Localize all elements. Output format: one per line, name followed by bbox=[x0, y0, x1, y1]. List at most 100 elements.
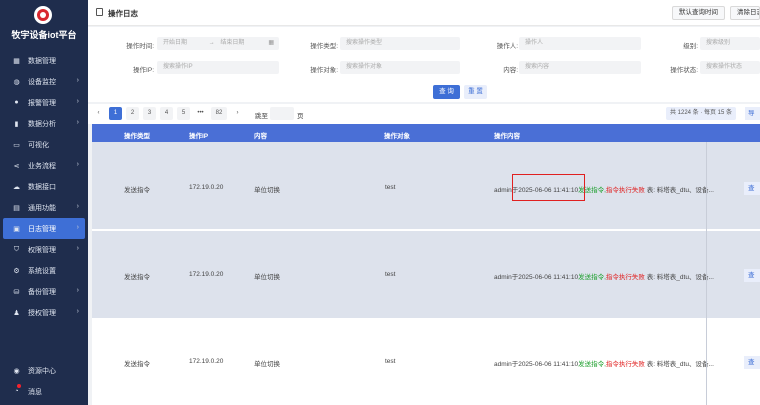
cloud-icon: ☁ bbox=[13, 183, 20, 191]
jump-suffix: 页 bbox=[297, 113, 304, 120]
chevron-right-icon: › bbox=[76, 161, 79, 168]
page-5-button[interactable]: 5 bbox=[177, 107, 190, 120]
sidebar-item-data-management[interactable]: ▦ 数据管理 bbox=[0, 50, 88, 71]
sidebar-item-license-management[interactable]: ♟ 授权管理 › bbox=[0, 302, 88, 323]
cell-content: 单位切换 bbox=[254, 361, 280, 368]
reset-button[interactable]: 重 置 bbox=[464, 85, 487, 99]
resource-icon: ◉ bbox=[13, 367, 20, 375]
sidebar-item-system-settings[interactable]: ⚙ 系统设置 bbox=[0, 260, 88, 281]
page-ellipsis[interactable]: ••• bbox=[194, 107, 207, 120]
sidebar-bottom: ◉ 资源中心 ◔ 消息 bbox=[0, 360, 88, 402]
next-page-button[interactable]: › bbox=[231, 107, 244, 120]
cell-op-type: 发送指令 bbox=[124, 274, 150, 281]
page-last-button[interactable]: 82 bbox=[211, 107, 227, 120]
calendar-icon: ▦ bbox=[268, 40, 274, 46]
page-4-button[interactable]: 4 bbox=[160, 107, 173, 120]
sidebar-item-label: 数据接口 bbox=[28, 183, 56, 191]
filter-panel: 操作时间: 开始日期 → 结束日期 ▦ 操作类型: 搜索操作类型 操作人: 操作… bbox=[88, 27, 760, 102]
ip-input[interactable]: 搜索操作IP bbox=[157, 61, 279, 74]
sidebar-item-label: 数据分析 bbox=[28, 120, 56, 128]
pagination: ‹ 1 2 3 4 5 ••• 82 › 跳至 页 共 1224 条 · 每页 … bbox=[88, 104, 760, 124]
sidebar-item-data-interface[interactable]: ☁ 数据接口 bbox=[0, 176, 88, 197]
cell-content: 单位切换 bbox=[254, 187, 280, 194]
table-row[interactable]: 发送指令 172.19.0.20 单位切换 test admin于2025-06… bbox=[92, 231, 760, 318]
sidebar-item-label: 系统设置 bbox=[28, 267, 56, 275]
jump-label: 跳至 bbox=[255, 113, 268, 120]
cell-op-ip: 172.19.0.20 bbox=[189, 358, 224, 365]
col-op-type: 操作类型 bbox=[124, 133, 150, 140]
page-1-button[interactable]: 1 bbox=[109, 107, 122, 120]
arrow-right-icon: → bbox=[208, 40, 215, 46]
end-date-input[interactable]: 结束日期 bbox=[220, 40, 244, 46]
col-op-target: 操作对象 bbox=[384, 133, 410, 140]
op-type-input[interactable]: 搜索操作类型 bbox=[340, 37, 460, 50]
start-date-input[interactable]: 开始日期 bbox=[163, 40, 187, 46]
date-range-picker[interactable]: 开始日期 → 结束日期 ▦ bbox=[157, 37, 279, 50]
chevron-right-icon: › bbox=[76, 119, 79, 126]
sidebar-item-business-flow[interactable]: ⋖ 业务流程 › bbox=[0, 155, 88, 176]
shield-icon: ⛉ bbox=[13, 245, 20, 253]
ip-label: 操作IP: bbox=[133, 67, 154, 74]
chevron-right-icon: › bbox=[76, 245, 79, 252]
bar-chart-icon: ▮ bbox=[14, 120, 19, 128]
sidebar-item-label: 资源中心 bbox=[28, 367, 56, 375]
sidebar-item-label: 设备监控 bbox=[28, 78, 56, 86]
sidebar-item-label: 消息 bbox=[28, 388, 42, 396]
page-header: 操作日志 默认查询时间 清除日志 bbox=[88, 0, 760, 26]
cell-op-detail: admin于2025-06-06 11:41:10发送指令,指令执行失败 表: … bbox=[494, 274, 714, 281]
sidebar-item-label: 业务流程 bbox=[28, 162, 56, 170]
annotation-highlight-box bbox=[512, 174, 585, 201]
table-row[interactable]: 发送指令 172.19.0.20 单位切换 test admin于2025-06… bbox=[92, 142, 760, 229]
sidebar-item-alarm-management[interactable]: ● 报警管理 › bbox=[0, 92, 88, 113]
sidebar-item-label: 可视化 bbox=[28, 141, 49, 149]
briefcase-icon: ▤ bbox=[13, 204, 20, 212]
clear-log-button[interactable]: 清除日志 bbox=[730, 6, 760, 20]
page-2-button[interactable]: 2 bbox=[126, 107, 139, 120]
user-icon: ● bbox=[14, 99, 19, 106]
sidebar-item-label: 日志管理 bbox=[28, 225, 56, 233]
database-icon: ⛁ bbox=[13, 288, 20, 296]
cell-op-target: test bbox=[385, 184, 396, 191]
sidebar-item-label: 备份管理 bbox=[28, 288, 56, 296]
sidebar-item-label: 报警管理 bbox=[28, 99, 56, 107]
sidebar-item-log-management[interactable]: ▣ 日志管理 › bbox=[3, 218, 85, 239]
app-logo bbox=[34, 6, 52, 24]
app-title: 牧宇设备iot平台 bbox=[11, 30, 77, 40]
sidebar-item-device-monitor[interactable]: ◍ 设备监控 › bbox=[0, 71, 88, 92]
sidebar-item-resource-center[interactable]: ◉ 资源中心 bbox=[0, 360, 88, 381]
page-3-button[interactable]: 3 bbox=[143, 107, 156, 120]
col-content: 内容 bbox=[254, 133, 267, 140]
prev-page-button[interactable]: ‹ bbox=[92, 107, 105, 120]
sidebar: 牧宇设备iot平台 ▦ 数据管理 ◍ 设备监控 › ● 报警管理 › ▮ 数据分析 › ▭ 可视… bbox=[0, 0, 88, 405]
default-query-time-button[interactable]: 默认查询时间 bbox=[672, 6, 725, 20]
sidebar-item-label: 通用功能 bbox=[28, 204, 56, 212]
cell-op-type: 发送指令 bbox=[124, 187, 150, 194]
sidebar-item-label: 权限管理 bbox=[28, 246, 56, 254]
level-input[interactable]: 搜索级别 bbox=[700, 37, 760, 50]
jump-page-input[interactable] bbox=[270, 107, 294, 120]
table-row[interactable]: 发送指令 172.19.0.20 单位切换 test admin于2025-06… bbox=[92, 319, 760, 405]
sidebar-item-messages[interactable]: ◔ 消息 bbox=[0, 381, 88, 402]
chevron-right-icon: › bbox=[76, 308, 79, 315]
chevron-right-icon: › bbox=[76, 224, 79, 231]
status-label: 操作状态: bbox=[670, 67, 698, 74]
sidebar-item-common-functions[interactable]: ▤ 通用功能 › bbox=[0, 197, 88, 218]
sidebar-item-visualization[interactable]: ▭ 可视化 bbox=[0, 134, 88, 155]
level-label: 级别: bbox=[683, 43, 698, 50]
sidebar-item-data-analysis[interactable]: ▮ 数据分析 › bbox=[0, 113, 88, 134]
export-button[interactable]: 导 出 bbox=[745, 107, 760, 120]
sidebar-item-backup-management[interactable]: ⛁ 备份管理 › bbox=[0, 281, 88, 302]
op-time-label: 操作时间: bbox=[126, 43, 154, 50]
chevron-right-icon: › bbox=[76, 77, 79, 84]
query-button[interactable]: 查 询 bbox=[433, 85, 460, 99]
sidebar-item-label: 数据管理 bbox=[28, 57, 56, 65]
cell-op-type: 发送指令 bbox=[124, 361, 150, 368]
sidebar-item-permission-management[interactable]: ⛉ 权限管理 › bbox=[0, 239, 88, 260]
operator-input[interactable]: 操作人 bbox=[519, 37, 641, 50]
content-input[interactable]: 搜索内容 bbox=[519, 61, 641, 74]
content-label: 内容: bbox=[503, 67, 518, 74]
target-input[interactable]: 搜索操作对象 bbox=[340, 61, 460, 74]
chevron-right-icon: › bbox=[76, 287, 79, 294]
cell-op-ip: 172.19.0.20 bbox=[189, 184, 224, 191]
status-input[interactable]: 搜索操作状态 bbox=[700, 61, 760, 74]
